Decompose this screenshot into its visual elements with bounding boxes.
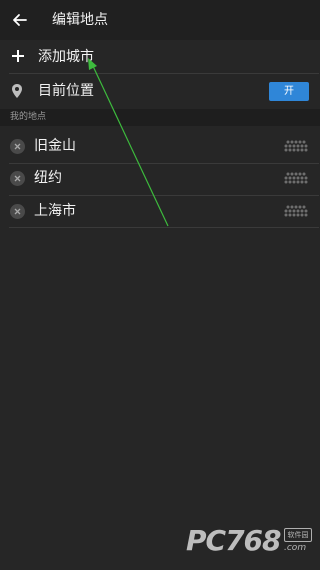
city-row-san-francisco[interactable]: 旧金山: [0, 130, 320, 163]
plus-icon: [12, 50, 24, 62]
remove-circle-icon[interactable]: [10, 171, 25, 186]
location-pin-icon: [12, 84, 22, 98]
city-row-shanghai[interactable]: 上海市: [0, 195, 320, 228]
current-location-toggle[interactable]: 开: [269, 82, 309, 101]
add-city-row[interactable]: 添加城市: [0, 42, 320, 73]
top-app-bar: 编辑地点: [0, 0, 320, 40]
drag-handle-icon[interactable]: [283, 204, 309, 218]
watermark-domain: .com: [284, 543, 307, 553]
add-city-label: 添加城市: [38, 49, 94, 65]
drag-handle-icon[interactable]: [283, 171, 309, 185]
current-location-label: 目前位置: [38, 83, 94, 99]
remove-circle-icon[interactable]: [10, 139, 25, 154]
watermark-badge: 软件园: [284, 528, 312, 542]
drag-handle-icon[interactable]: [283, 139, 309, 153]
city-name: 上海市: [34, 203, 76, 219]
page-title: 编辑地点: [52, 12, 108, 28]
city-row-new-york[interactable]: 纽约: [0, 162, 320, 195]
divider: [9, 227, 319, 228]
current-location-row: 目前位置 开: [0, 73, 320, 109]
section-header-label: 我的地点: [10, 112, 47, 122]
city-name: 旧金山: [34, 138, 76, 154]
arrow-left-icon[interactable]: [10, 10, 30, 30]
watermark-logo: PC768: [186, 524, 282, 557]
city-name: 纽约: [34, 170, 62, 186]
watermark: PC768 软件园 .com: [180, 520, 314, 564]
remove-circle-icon[interactable]: [10, 204, 25, 219]
section-header-my-places: 我的地点: [0, 109, 320, 126]
